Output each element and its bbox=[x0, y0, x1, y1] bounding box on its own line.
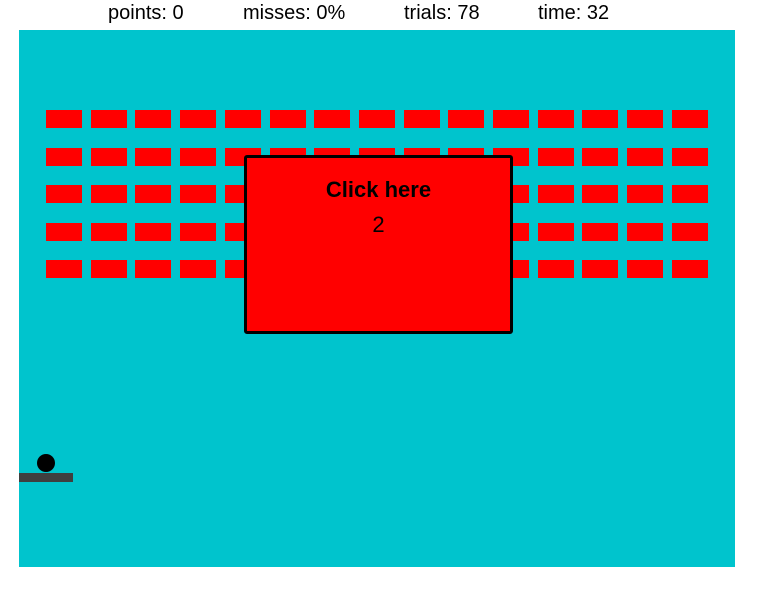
click-here-button[interactable]: Click here 2 bbox=[244, 155, 513, 334]
brick bbox=[135, 223, 171, 241]
brick bbox=[627, 260, 663, 278]
paddle[interactable] bbox=[19, 473, 73, 482]
ball bbox=[37, 454, 55, 472]
brick bbox=[448, 110, 484, 128]
brick bbox=[672, 148, 708, 166]
brick bbox=[91, 185, 127, 203]
game-field[interactable]: Click here 2 bbox=[19, 30, 735, 567]
brick bbox=[180, 185, 216, 203]
brick bbox=[582, 260, 618, 278]
brick bbox=[180, 110, 216, 128]
brick bbox=[672, 223, 708, 241]
brick bbox=[582, 110, 618, 128]
brick bbox=[225, 110, 261, 128]
brick bbox=[538, 223, 574, 241]
brick bbox=[672, 110, 708, 128]
brick bbox=[359, 110, 395, 128]
brick bbox=[91, 260, 127, 278]
misses-counter: misses: 0% bbox=[243, 2, 346, 24]
countdown-number: 2 bbox=[372, 212, 385, 237]
brick bbox=[270, 110, 306, 128]
brick bbox=[135, 148, 171, 166]
brick bbox=[46, 223, 82, 241]
trials-counter: trials: 78 bbox=[404, 2, 480, 24]
brick bbox=[91, 110, 127, 128]
brick bbox=[538, 110, 574, 128]
brick bbox=[538, 260, 574, 278]
brick bbox=[582, 223, 618, 241]
brick bbox=[582, 148, 618, 166]
points-counter: points: 0 bbox=[108, 2, 184, 24]
brick bbox=[135, 110, 171, 128]
brick bbox=[672, 260, 708, 278]
brick bbox=[404, 110, 440, 128]
brick bbox=[91, 148, 127, 166]
brick bbox=[46, 185, 82, 203]
brick bbox=[538, 148, 574, 166]
brick bbox=[627, 223, 663, 241]
brick bbox=[180, 148, 216, 166]
brick bbox=[46, 110, 82, 128]
brick bbox=[46, 148, 82, 166]
time-counter: time: 32 bbox=[538, 2, 610, 24]
brick bbox=[627, 148, 663, 166]
brick bbox=[180, 260, 216, 278]
click-here-label: Click here bbox=[325, 177, 432, 202]
brick bbox=[493, 110, 529, 128]
brick bbox=[46, 260, 82, 278]
brick bbox=[180, 223, 216, 241]
score-bar: points: 0 misses: 0% trials: 78 time: 32 bbox=[0, 0, 765, 28]
brick bbox=[538, 185, 574, 203]
brick bbox=[135, 185, 171, 203]
brick bbox=[582, 185, 618, 203]
brick bbox=[314, 110, 350, 128]
brick bbox=[91, 223, 127, 241]
brick bbox=[627, 185, 663, 203]
brick bbox=[627, 110, 663, 128]
brick bbox=[135, 260, 171, 278]
brick bbox=[672, 185, 708, 203]
